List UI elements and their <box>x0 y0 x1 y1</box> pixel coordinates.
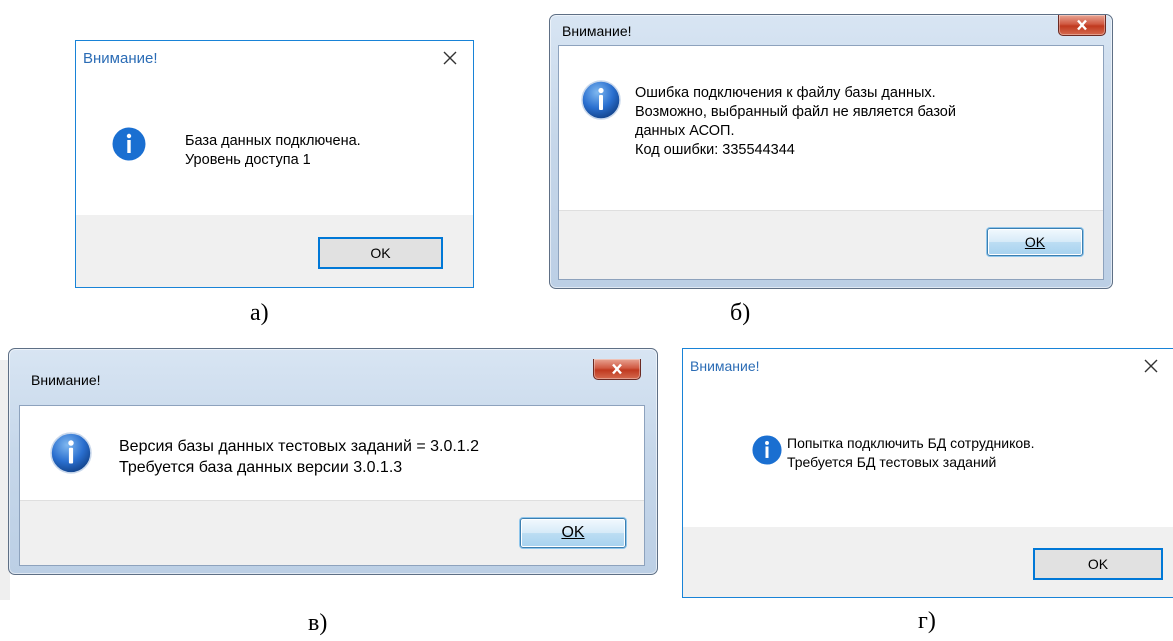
dialog-title: Внимание! <box>83 49 158 67</box>
message-line: данных АСОП. <box>635 123 735 139</box>
dialog-a: Внимание! База данных подключена. Уровен… <box>75 40 474 288</box>
message-area: Попытка подключить БД сотрудников. Требу… <box>683 384 1173 528</box>
caption-d: г) <box>918 608 936 634</box>
message-text: База данных подключена. Уровень доступа … <box>185 132 361 170</box>
message-line: Требуется база данных версии 3.0.1.3 <box>119 459 403 476</box>
ok-label: OK <box>1024 234 1046 250</box>
button-area: OK <box>683 527 1173 597</box>
client-area: Ошибка подключения к файлу базы данных. … <box>558 45 1104 280</box>
close-icon <box>1077 19 1087 31</box>
message-text: Попытка подключить БД сотрудников. Требу… <box>787 434 1034 472</box>
ok-label: OK <box>1087 556 1109 572</box>
message-area: База данных подключена. Уровень доступа … <box>76 76 473 216</box>
message-line: Требуется БД тестовых заданий <box>787 454 997 470</box>
message-text: Версия базы данных тестовых заданий = 3.… <box>119 436 479 478</box>
message-line: База данных подключена. <box>185 133 361 149</box>
title-bar[interactable]: Внимание! <box>683 349 1173 383</box>
button-area: OK <box>559 210 1103 279</box>
title-bar[interactable]: Внимание! <box>550 15 1112 45</box>
client-area: Версия базы данных тестовых заданий = 3.… <box>19 405 645 566</box>
button-area: OK <box>76 215 473 287</box>
ok-label: OK <box>561 524 585 541</box>
message-line: Попытка подключить БД сотрудников. <box>787 435 1035 451</box>
dialog-b: Внимание! Ошибка подключения к файлу баз… <box>549 14 1113 289</box>
info-icon <box>50 432 92 474</box>
dialog-c: Внимание! Версия базы данных тестовых за… <box>8 348 658 575</box>
close-button[interactable] <box>1128 349 1173 383</box>
message-line: Ошибка подключения к файлу базы данных. <box>635 85 936 101</box>
info-icon <box>112 127 146 161</box>
title-bar[interactable]: Внимание! <box>76 41 473 75</box>
dialog-title: Внимание! <box>562 23 632 39</box>
caption-b: б) <box>730 300 751 326</box>
dialog-d: Внимание! Попытка подключить БД сотрудни… <box>682 348 1173 598</box>
close-button[interactable] <box>593 359 641 380</box>
close-icon <box>612 363 622 375</box>
ok-label: OK <box>370 245 391 261</box>
ok-button[interactable]: OK <box>520 518 626 548</box>
ok-button[interactable]: OK <box>1033 548 1163 580</box>
message-line: Возможно, выбранный файл не является баз… <box>635 104 956 120</box>
message-line: Версия базы данных тестовых заданий = 3.… <box>119 438 480 455</box>
message-line: Код ошибки: 335544344 <box>635 142 795 158</box>
caption-c: в) <box>308 610 328 636</box>
message-line: Уровень доступа 1 <box>185 152 311 168</box>
ok-button[interactable]: OK <box>987 228 1083 256</box>
close-icon <box>443 51 457 65</box>
dialog-title: Внимание! <box>31 372 101 388</box>
info-icon <box>581 80 621 120</box>
message-text: Ошибка подключения к файлу базы данных. … <box>635 84 956 160</box>
close-button[interactable] <box>1058 15 1106 36</box>
info-icon <box>752 435 782 465</box>
close-icon <box>1144 359 1158 373</box>
ok-button[interactable]: OK <box>318 237 443 269</box>
button-area: OK <box>20 500 644 565</box>
title-bar[interactable]: Внимание! <box>9 349 657 388</box>
dialog-title: Внимание! <box>690 358 760 374</box>
close-button[interactable] <box>427 41 473 75</box>
caption-a: а) <box>250 300 269 326</box>
